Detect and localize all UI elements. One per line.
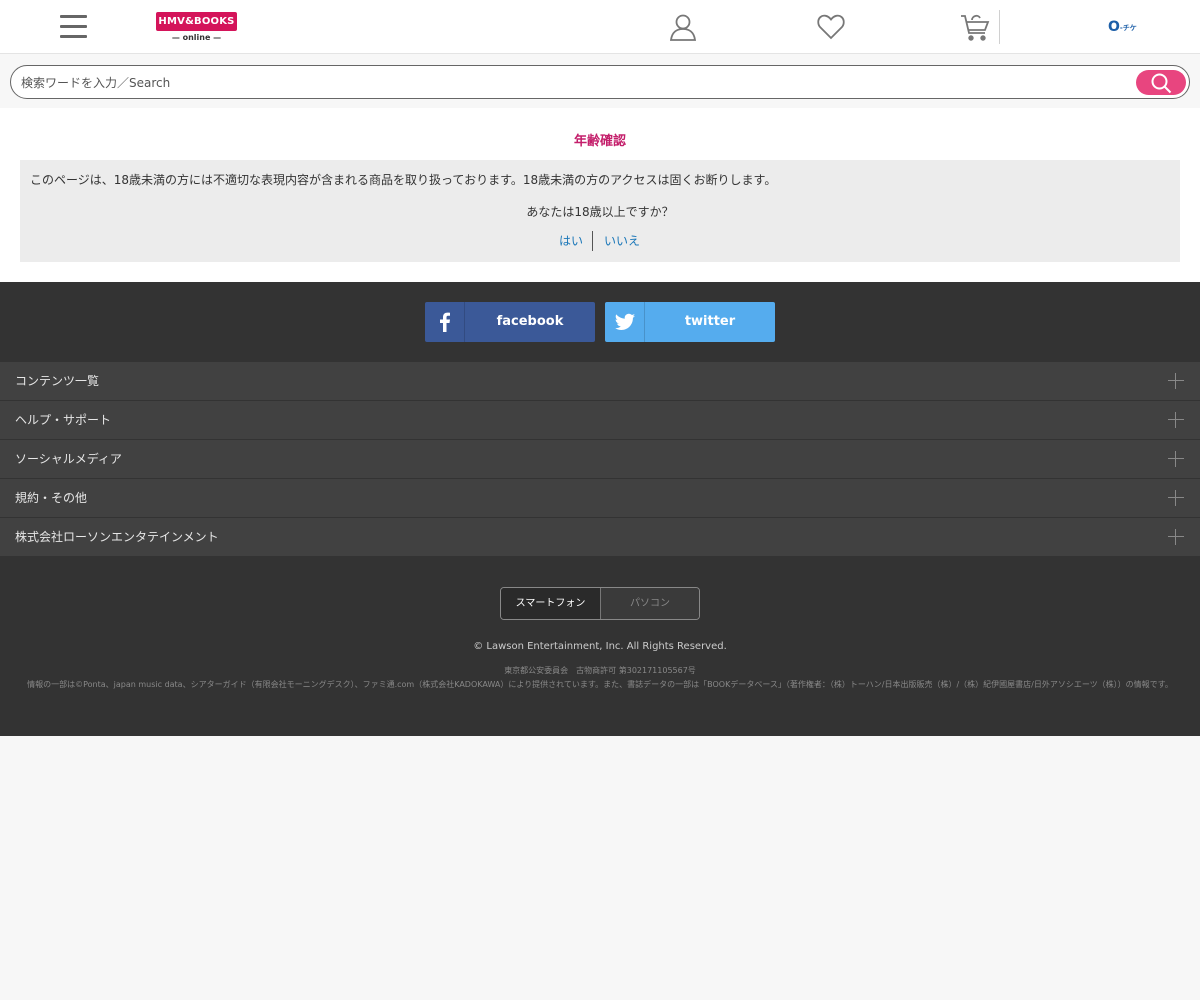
search-input[interactable] xyxy=(21,72,1131,94)
accordion-label: 株式会社ローソンエンタテインメント xyxy=(15,530,219,544)
accordion-label: 規約・その他 xyxy=(15,491,88,505)
logo-subtitle: — online — xyxy=(171,33,222,42)
user-icon[interactable] xyxy=(668,12,698,42)
search-button[interactable] xyxy=(1136,70,1186,95)
age-notice-text: このページは、18歳未満の方には不適切な表現内容が含まれる商品を取り扱っておりま… xyxy=(30,173,777,187)
heart-icon[interactable] xyxy=(816,12,846,42)
cart-icon[interactable] xyxy=(960,12,990,42)
accordion-company[interactable]: 株式会社ローソンエンタテインメント xyxy=(0,518,1200,556)
ponta-text: -チケ xyxy=(1119,24,1137,32)
hamburger-menu-icon[interactable] xyxy=(60,14,88,40)
site-footer: facebook twitter コンテンツ一覧 ヘルプ・サポート ソーシャルメ… xyxy=(0,282,1200,736)
age-question-text: あなたは18歳以上ですか？ xyxy=(526,205,674,219)
ponta-mark: O xyxy=(1108,19,1120,35)
accordion-social-media[interactable]: ソーシャルメディア xyxy=(0,440,1200,478)
age-answers: はい いいえ xyxy=(20,230,1180,252)
site-logo[interactable]: HMV&BOOKS — online — xyxy=(156,12,237,43)
hamburger-line xyxy=(60,35,87,38)
plus-icon xyxy=(1168,451,1184,467)
search-box xyxy=(10,65,1190,99)
plus-icon xyxy=(1168,529,1184,545)
facebook-icon xyxy=(425,302,465,342)
no-link[interactable]: いいえ xyxy=(597,232,647,249)
logo-wordmark: HMV&BOOKS xyxy=(156,12,237,31)
plus-icon xyxy=(1168,373,1184,389)
smartphone-view-button[interactable]: スマートフォン xyxy=(501,588,601,619)
facebook-label: facebook xyxy=(496,314,564,329)
header-divider xyxy=(999,10,1000,44)
accordion-contents[interactable]: コンテンツ一覧 xyxy=(0,362,1200,400)
answer-divider xyxy=(592,231,593,251)
twitter-share-button[interactable]: twitter xyxy=(605,302,775,342)
accordion-help-support[interactable]: ヘルプ・サポート xyxy=(0,401,1200,439)
twitter-label: twitter xyxy=(684,314,736,329)
accordion-terms-other[interactable]: 規約・その他 xyxy=(0,479,1200,517)
accordion-label: ヘルプ・サポート xyxy=(15,413,112,427)
page-background xyxy=(0,736,1200,1000)
accordion-label: ソーシャルメディア xyxy=(15,452,122,466)
view-mode-toggle: スマートフォン パソコン xyxy=(500,587,700,620)
search-icon xyxy=(1151,73,1172,94)
license-text: 東京都公安委員会 古物商許可 第302171105567号 xyxy=(504,666,696,675)
hamburger-line xyxy=(60,25,87,28)
search-band xyxy=(0,55,1200,108)
plus-icon xyxy=(1168,412,1184,428)
pc-view-button[interactable]: パソコン xyxy=(601,588,699,619)
credits-text: 情報の一部は©Ponta、japan music data、シアターガイド（有限… xyxy=(27,680,1173,689)
ponta-ticket-logo[interactable]: O-チケ xyxy=(1108,18,1146,36)
yes-link[interactable]: はい xyxy=(550,232,592,249)
accordion-label: コンテンツ一覧 xyxy=(15,374,100,388)
facebook-share-button[interactable]: facebook xyxy=(425,302,595,342)
site-header: HMV&BOOKS — online — O-チケ xyxy=(0,0,1200,54)
twitter-icon xyxy=(605,302,645,342)
hamburger-line xyxy=(60,15,87,18)
page-title: 年齢確認 xyxy=(573,134,626,149)
main-content: 年齢確認 このページは、18歳未満の方には不適切な表現内容が含まれる商品を取り扱… xyxy=(0,108,1200,282)
age-check-box: このページは、18歳未満の方には不適切な表現内容が含まれる商品を取り扱っておりま… xyxy=(20,160,1180,262)
copyright-text: © Lawson Entertainment, Inc. All Rights … xyxy=(473,641,727,652)
plus-icon xyxy=(1168,490,1184,506)
